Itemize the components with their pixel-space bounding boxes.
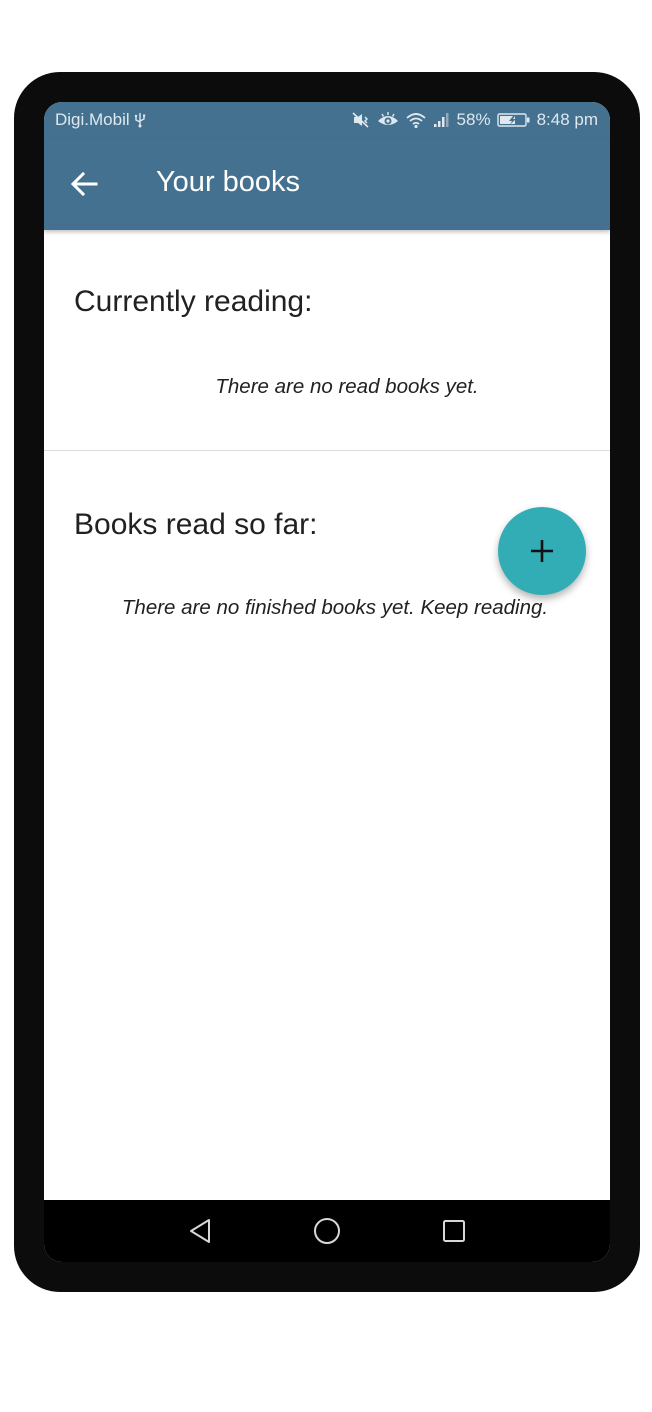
carrier-label: Digi.Mobil	[55, 110, 130, 129]
books-read-title: Books read so far:	[74, 508, 318, 541]
back-button[interactable]	[68, 168, 100, 200]
app-bar: Your books	[44, 138, 610, 230]
phone-frame: Digi.Mobil 58% 8:48 pm Your books Curren…	[14, 72, 640, 1292]
nav-back-button[interactable]	[182, 1213, 218, 1249]
recents-square-icon	[441, 1218, 467, 1244]
currently-reading-section: Currently reading: There are no read boo…	[44, 230, 610, 450]
status-left: Digi.Mobil	[55, 102, 146, 138]
mute-vibrate-icon	[351, 111, 371, 129]
screen: Digi.Mobil 58% 8:48 pm Your books Curren…	[44, 102, 610, 1262]
system-nav-bar	[44, 1200, 610, 1262]
nav-recents-button[interactable]	[436, 1213, 472, 1249]
currently-reading-title: Currently reading:	[74, 285, 313, 318]
status-right: 58% 8:48 pm	[351, 102, 598, 138]
books-read-empty-message: There are no finished books yet. Keep re…	[121, 596, 549, 619]
section-divider	[44, 450, 610, 451]
eye-comfort-icon	[377, 111, 399, 129]
home-circle-icon	[312, 1216, 342, 1246]
arrow-back-icon	[70, 170, 98, 198]
page-title: Your books	[156, 166, 301, 198]
wifi-icon	[405, 111, 427, 129]
usb-icon	[134, 112, 146, 128]
battery-charging-icon	[496, 112, 531, 128]
nav-home-button[interactable]	[309, 1213, 345, 1249]
clock: 8:48 pm	[536, 110, 598, 129]
battery-percent: 58%	[456, 110, 491, 129]
plus-icon	[529, 538, 555, 564]
signal-icon	[433, 112, 451, 128]
back-triangle-icon	[187, 1217, 213, 1245]
status-bar: Digi.Mobil 58% 8:48 pm	[44, 102, 610, 138]
currently-reading-empty-message: There are no read books yet.	[215, 375, 479, 398]
add-book-button[interactable]	[498, 507, 586, 595]
